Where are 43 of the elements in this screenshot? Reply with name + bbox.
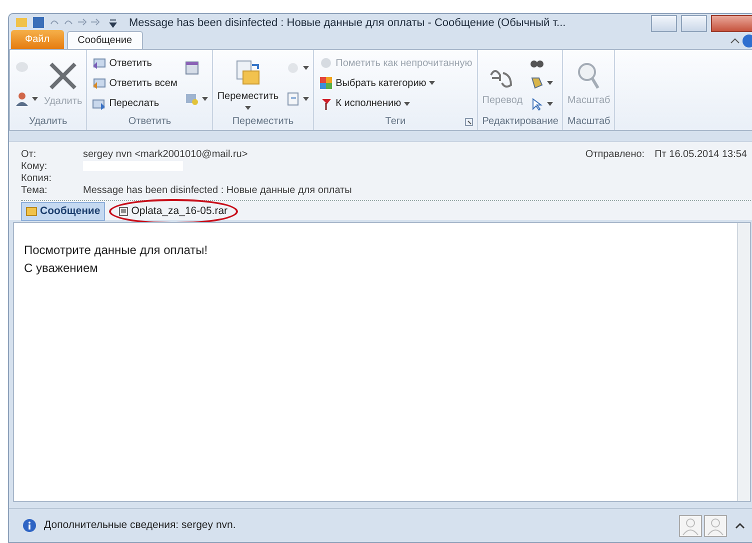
field-value: sergey nvn <mark2001010@mail.ru> (83, 148, 248, 162)
customize-icon[interactable] (109, 17, 117, 29)
ribbon-button[interactable]: Выбрать категорию (318, 76, 474, 91)
caret-icon (244, 106, 251, 110)
close-button[interactable] (711, 14, 752, 32)
field-value: Message has been disinfected : Новые данные для оплаты (83, 184, 352, 198)
group-label: Переместить (232, 116, 294, 127)
ribbon-button[interactable]: Ответить всем (91, 76, 178, 91)
window-title: Message has been disinfected : Новые данные для оплаты - Сообщение (Обычный т... (129, 16, 566, 31)
help-icon[interactable] (729, 33, 752, 49)
expand-icon[interactable] (735, 522, 745, 530)
archive-icon (119, 207, 128, 216)
status-text: Дополнительные сведения: sergey nvn. (44, 518, 236, 533)
message-text: Посмотрите данные для оплаты! (24, 242, 209, 259)
info-icon (23, 519, 36, 532)
field-label: От: (21, 148, 38, 162)
person-icon[interactable] (14, 90, 38, 107)
group-label: Теги (385, 116, 406, 127)
launcher-icon[interactable] (465, 118, 474, 126)
ribbon-button[interactable]: Переслать (91, 96, 178, 112)
contact-photos (679, 514, 727, 536)
category-icon[interactable] (318, 76, 333, 90)
field-label: Копия: (21, 172, 53, 186)
ribbon-button[interactable]: Ответить (91, 56, 178, 71)
ribbon-tab[interactable]: Сообщение (66, 31, 144, 49)
ribbon-button[interactable]: Переместить (217, 57, 279, 110)
message-tab[interactable]: Сообщение (21, 202, 106, 222)
group-label: Ответить (128, 116, 172, 127)
field-label: Кому: (21, 160, 48, 174)
field-label: Отправлено: (585, 148, 645, 162)
message-text: С уважением (24, 260, 99, 277)
caret-icon (404, 102, 410, 106)
group-label: Масштаб (567, 116, 610, 127)
scrollbar[interactable] (737, 223, 750, 501)
folder-icon[interactable] (234, 59, 262, 87)
field-label: Тема: (21, 184, 48, 198)
field-value: Пт 16.05.2014 13:54 (654, 148, 747, 162)
ribbon-button[interactable]: К исполнению (318, 96, 474, 112)
group-label: Удалить (29, 116, 68, 127)
group-label: Редактирование (482, 116, 558, 127)
note-icon[interactable] (284, 90, 309, 107)
select-icon[interactable] (528, 75, 553, 92)
caret-icon (429, 81, 436, 86)
